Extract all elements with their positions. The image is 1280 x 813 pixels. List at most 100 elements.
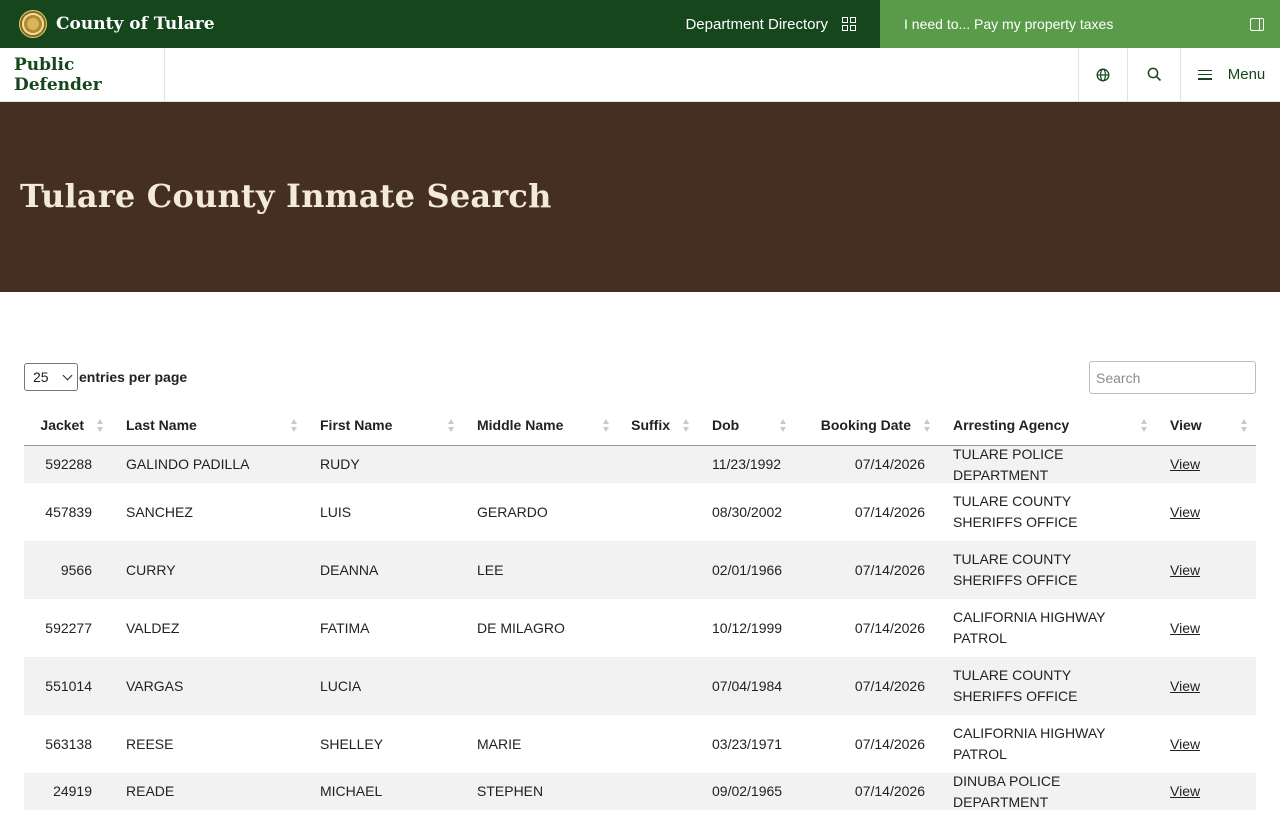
column-header-suffix[interactable]: Suffix [618,404,698,446]
cell-view: View [1156,781,1256,802]
cell-dob: 11/23/1992 [712,456,782,472]
cell-jacket: 457839 [45,503,92,520]
cell-dob: 09/02/1965 [712,783,783,799]
cell-last-name: CURRY [126,561,176,578]
column-header-last-name[interactable]: Last Name [112,404,306,446]
top-bar: County of Tulare Department Directory I … [0,0,1280,48]
site-brand[interactable]: County of Tulare [0,0,660,48]
cell-last-name: GALINDO PADILLA [126,456,250,472]
column-header-jacket[interactable]: Jacket [24,404,112,446]
column-header-label: Suffix [631,416,670,433]
column-header-label: Dob [712,416,740,433]
entries-per-page-value: 25 [33,369,49,385]
column-header-label: Middle Name [477,416,564,433]
view-link[interactable]: View [1170,783,1200,799]
cell-booking-date: 07/14/2026 [854,456,925,472]
cell-last-name: SANCHEZ [126,503,193,520]
inmate-table: Jacket Last Name First Name Middle Name … [24,404,1256,810]
column-header-view[interactable]: View [1156,404,1256,446]
cell-arresting-agency: CALIFORNIA HIGHWAY PATROL [953,609,1106,646]
cell-first-name: LUCIA [320,677,362,694]
column-header-middle-name[interactable]: Middle Name [463,404,618,446]
cell-last-name: READE [126,783,175,799]
sort-icon [291,418,298,432]
view-link[interactable]: View [1170,678,1200,694]
cell-middle-name: GERARDO [477,503,548,520]
sort-icon [780,418,787,432]
column-header-label: Arresting Agency [953,416,1070,433]
view-link[interactable]: View [1170,456,1200,472]
cell-jacket: 592277 [45,619,92,636]
cell-last-name: VARGAS [126,677,184,694]
view-link[interactable]: View [1170,736,1200,752]
side-panel-icon [1250,17,1264,31]
cell-first-name: RUDY [320,456,360,472]
cell-booking-date: 07/14/2026 [854,503,925,520]
cell-first-name: MICHAEL [320,783,383,799]
cell-middle-name: STEPHEN [477,783,544,799]
table-controls: 25 entries per page [24,361,1256,394]
menu-button[interactable]: Menu [1180,48,1280,101]
table-row: 592277 VALDEZ FATIMA DE MILAGRO 10/12/19… [24,599,1256,657]
cell-arresting-agency: TULARE COUNTY SHERIFFS OFFICE [953,667,1078,704]
cell-dob: 02/01/1966 [712,561,783,578]
cell-middle-name: DE MILAGRO [477,619,565,636]
column-header-arresting-agency[interactable]: Arresting Agency [939,404,1156,446]
view-link[interactable]: View [1170,562,1200,578]
cell-jacket: 24919 [53,783,92,799]
cell-first-name: FATIMA [320,619,370,636]
cell-dob: 10/12/1999 [712,619,783,636]
cell-booking-date: 07/14/2026 [854,561,925,578]
cell-arresting-agency: TULARE COUNTY SHERIFFS OFFICE [953,551,1078,588]
cell-arresting-agency: CALIFORNIA HIGHWAY PATROL [953,725,1106,762]
column-header-label: First Name [320,416,393,433]
county-seal-icon [19,10,47,38]
department-directory-button[interactable]: Department Directory [660,0,880,48]
cell-view: View [1156,502,1256,523]
cell-middle-name: MARIE [477,735,522,752]
cell-dob: 07/04/1984 [712,677,783,694]
column-header-dob[interactable]: Dob [698,404,795,446]
translate-button[interactable] [1078,48,1127,101]
page-title: Tulare County Inmate Search [20,177,552,215]
sort-icon [683,418,690,432]
cell-last-name: REESE [126,735,174,752]
search-icon [1147,67,1161,82]
table-header: Jacket Last Name First Name Middle Name … [24,404,1256,446]
cell-middle-name: LEE [477,561,504,578]
cell-view: View [1156,560,1256,581]
column-header-booking-date[interactable]: Booking Date [795,404,939,446]
cell-first-name: LUIS [320,503,352,520]
sort-icon [1241,418,1248,432]
view-link[interactable]: View [1170,620,1200,636]
sort-icon [924,418,931,432]
cell-booking-date: 07/14/2026 [854,783,925,799]
cell-jacket: 592288 [45,456,92,472]
table-search-input[interactable] [1089,361,1256,394]
sort-icon [97,418,104,432]
cell-arresting-agency: TULARE COUNTY SHERIFFS OFFICE [953,493,1078,530]
cell-view: View [1156,618,1256,639]
column-header-label: Booking Date [820,416,911,433]
department-name-link[interactable]: Public Defender [0,48,165,101]
column-header-label: Jacket [40,416,84,433]
cell-dob: 08/30/2002 [712,503,783,520]
sort-icon [1141,418,1148,432]
column-header-first-name[interactable]: First Name [306,404,463,446]
cell-view: View [1156,454,1256,475]
cell-dob: 03/23/1971 [712,735,783,752]
department-directory-label: Department Directory [685,15,828,33]
menu-label: Menu [1227,66,1266,83]
entries-per-page-select[interactable]: 25 [24,363,78,391]
table-row: 551014 VARGAS LUCIA 07/04/1984 07/14/202… [24,657,1256,715]
cell-jacket: 9566 [60,561,92,578]
page-hero: Tulare County Inmate Search [0,102,1280,292]
cell-jacket: 563138 [45,735,92,752]
view-link[interactable]: View [1170,504,1200,520]
cell-view: View [1156,734,1256,755]
site-search-button[interactable] [1127,48,1180,101]
i-need-to-button[interactable]: I need to... Pay my property taxes [880,0,1280,48]
directory-grid-icon [842,17,856,31]
sort-icon [603,418,610,432]
cell-booking-date: 07/14/2026 [854,735,925,752]
